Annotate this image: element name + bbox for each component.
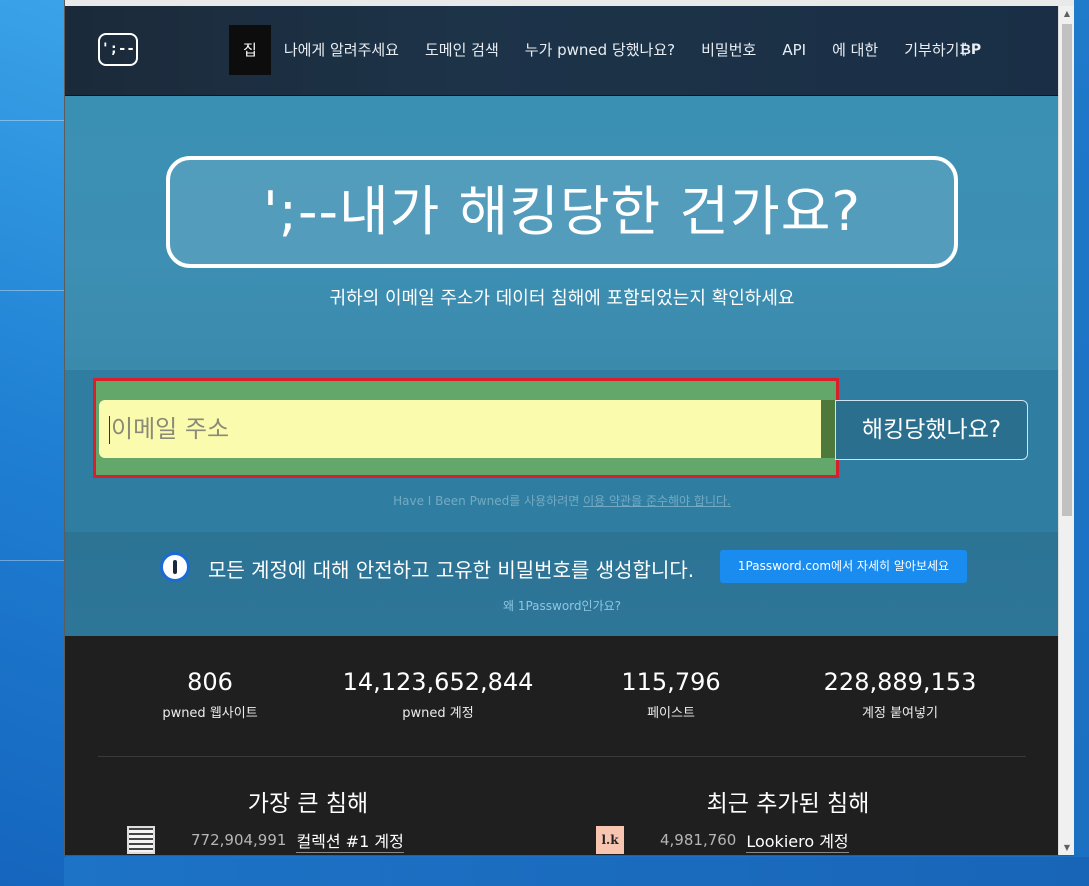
scroll-thumb[interactable] bbox=[1062, 24, 1072, 516]
nav-who-pwned[interactable]: 누가 pwned 당했나요? bbox=[512, 25, 688, 75]
largest-breaches-title: 가장 큰 침해 bbox=[247, 791, 369, 817]
nav-domain-search[interactable]: 도메인 검색 bbox=[412, 25, 512, 75]
hero-section: ';--내가 해킹당한 건가요? 귀하의 이메일 주소가 데이터 침해에 포함되… bbox=[65, 96, 1059, 370]
nav-passwords[interactable]: 비밀번호 bbox=[688, 25, 769, 75]
stat-value: 806 bbox=[187, 668, 233, 696]
largest-breach-row[interactable]: 772,904,991 컬렉션 #1 계정 bbox=[127, 826, 404, 854]
email-input[interactable] bbox=[99, 400, 821, 458]
site-logo[interactable]: ';-- bbox=[98, 33, 138, 66]
search-section: 해킹당했나요? Have I Been Pwned를 사용하려면 이용 약관을 … bbox=[65, 370, 1059, 532]
page-viewport: ';-- 집 나에게 알려주세요 도메인 검색 누가 pwned 당했나요? 비… bbox=[65, 6, 1059, 855]
hero-title: ';--내가 해킹당한 건가요? bbox=[166, 156, 958, 268]
input-edge bbox=[821, 400, 835, 458]
scroll-down-arrow-icon[interactable]: ▼ bbox=[1059, 840, 1074, 855]
desktop-bottom-area bbox=[64, 857, 1089, 886]
stat-label: pwned 계정 bbox=[402, 706, 474, 721]
terms-notice: Have I Been Pwned를 사용하려면 이용 약관을 준수해야 합니다… bbox=[65, 492, 1059, 509]
pwned-button[interactable]: 해킹당했나요? bbox=[835, 400, 1028, 460]
section-divider bbox=[98, 756, 1026, 757]
wallpaper-line bbox=[0, 560, 70, 561]
stat-pwned-accounts: 14,123,652,844 pwned 계정 bbox=[323, 668, 553, 721]
stat-paste-accounts: 228,889,153 계정 붙여넣기 bbox=[785, 668, 1015, 721]
terms-prefix: Have I Been Pwned를 사용하려면 bbox=[393, 494, 584, 508]
stat-value: 228,889,153 bbox=[823, 668, 977, 696]
why-1password-link[interactable]: 왜 1Password인가요? bbox=[65, 597, 1059, 614]
stat-value: 14,123,652,844 bbox=[342, 668, 534, 696]
nav-home[interactable]: 집 bbox=[229, 25, 271, 75]
nav-about[interactable]: 에 대한 bbox=[819, 25, 891, 75]
stat-label: 계정 붙여넣기 bbox=[862, 706, 938, 721]
wallpaper-line bbox=[0, 120, 70, 121]
main-nav: 집 나에게 알려주세요 도메인 검색 누가 pwned 당했나요? 비밀번호 A… bbox=[229, 25, 994, 75]
nav-donate-label: 기부하기 bbox=[904, 41, 960, 59]
breach-name[interactable]: 컬렉션 #1 계정 bbox=[296, 828, 404, 853]
bitcoin-icon: ₿ bbox=[959, 42, 971, 58]
nav-notify-me[interactable]: 나에게 알려주세요 bbox=[271, 25, 412, 75]
nav-donate[interactable]: 기부하기 ₿ P bbox=[891, 25, 994, 75]
stat-label: 페이스트 bbox=[647, 706, 695, 721]
stats-section: 806 pwned 웹사이트 14,123,652,844 pwned 계정 1… bbox=[65, 636, 1059, 855]
vertical-scrollbar[interactable]: ▲ ▼ bbox=[1058, 6, 1074, 855]
lookiero-logo-icon: l.k bbox=[596, 826, 624, 854]
stat-value: 115,796 bbox=[621, 668, 721, 696]
wallpaper-line bbox=[0, 290, 70, 291]
document-icon bbox=[127, 826, 155, 854]
browser-window: ';-- 집 나에게 알려주세요 도메인 검색 누가 pwned 당했나요? 비… bbox=[64, 0, 1074, 856]
text-caret bbox=[109, 416, 110, 444]
recent-breach-row[interactable]: l.k 4,981,760 Lookiero 계정 bbox=[596, 826, 849, 854]
stat-pastes: 115,796 페이스트 bbox=[556, 668, 786, 721]
stat-label: pwned 웹사이트 bbox=[162, 706, 258, 721]
1password-icon bbox=[160, 552, 190, 582]
stat-pwned-websites: 806 pwned 웹사이트 bbox=[95, 668, 325, 721]
top-navbar: ';-- 집 나에게 알려주세요 도메인 검색 누가 pwned 당했나요? 비… bbox=[65, 6, 1059, 96]
password-promo: 모든 계정에 대해 안전하고 고유한 비밀번호를 생성합니다. 1Passwor… bbox=[65, 532, 1059, 636]
recent-breaches-title: 최근 추가된 침해 bbox=[706, 791, 870, 817]
breach-count: 4,981,760 bbox=[660, 831, 737, 849]
paypal-icon: P bbox=[970, 42, 982, 58]
terms-link[interactable]: 이용 약관을 준수해야 합니다. bbox=[583, 494, 731, 508]
breach-name[interactable]: Lookiero 계정 bbox=[746, 828, 849, 853]
hero-subtitle: 귀하의 이메일 주소가 데이터 침해에 포함되었는지 확인하세요 bbox=[329, 288, 795, 309]
learn-more-button[interactable]: 1Password.com에서 자세히 알아보세요 bbox=[720, 550, 967, 583]
desktop-wallpaper bbox=[0, 0, 66, 886]
scroll-up-arrow-icon[interactable]: ▲ bbox=[1059, 6, 1074, 22]
breach-count: 772,904,991 bbox=[191, 831, 287, 849]
promo-text: 모든 계정에 대해 안전하고 고유한 비밀번호를 생성합니다. bbox=[208, 558, 695, 582]
nav-api[interactable]: API bbox=[769, 25, 819, 75]
